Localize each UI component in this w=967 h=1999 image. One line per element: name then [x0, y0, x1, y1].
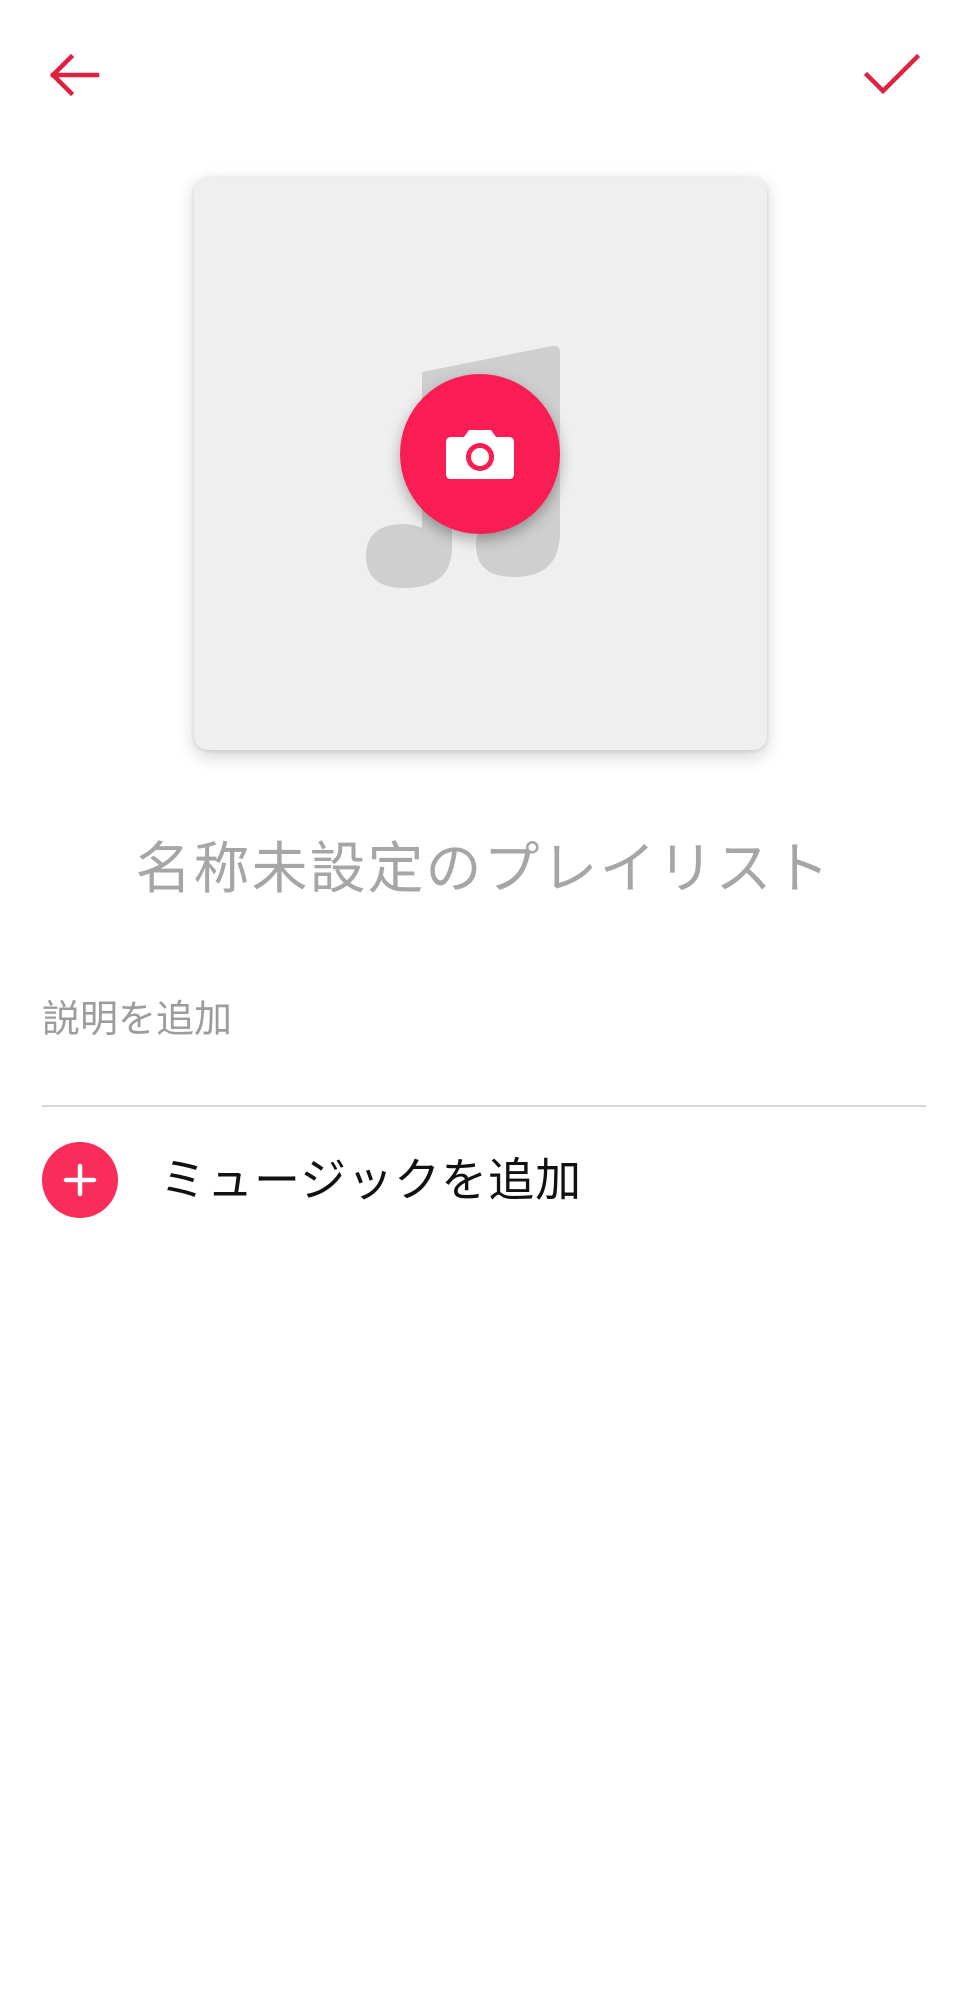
checkmark-icon: [864, 53, 920, 95]
camera-icon: [446, 430, 514, 479]
plus-icon: [63, 1163, 97, 1197]
add-music-button[interactable]: ミュージックを追加: [42, 1140, 926, 1220]
add-music-label: ミュージックを追加: [160, 1153, 583, 1207]
top-app-bar: [0, 0, 967, 150]
back-button[interactable]: [30, 30, 120, 120]
camera-button[interactable]: [400, 374, 560, 534]
done-button[interactable]: [847, 30, 937, 120]
playlist-artwork[interactable]: [194, 177, 767, 750]
arrow-left-icon: [49, 53, 100, 97]
description-input[interactable]: 説明を追加: [42, 990, 926, 1048]
add-circle: [42, 1142, 118, 1218]
playlist-title-input[interactable]: 名称未設定のプレイリスト: [0, 830, 967, 910]
divider: [42, 1105, 926, 1107]
